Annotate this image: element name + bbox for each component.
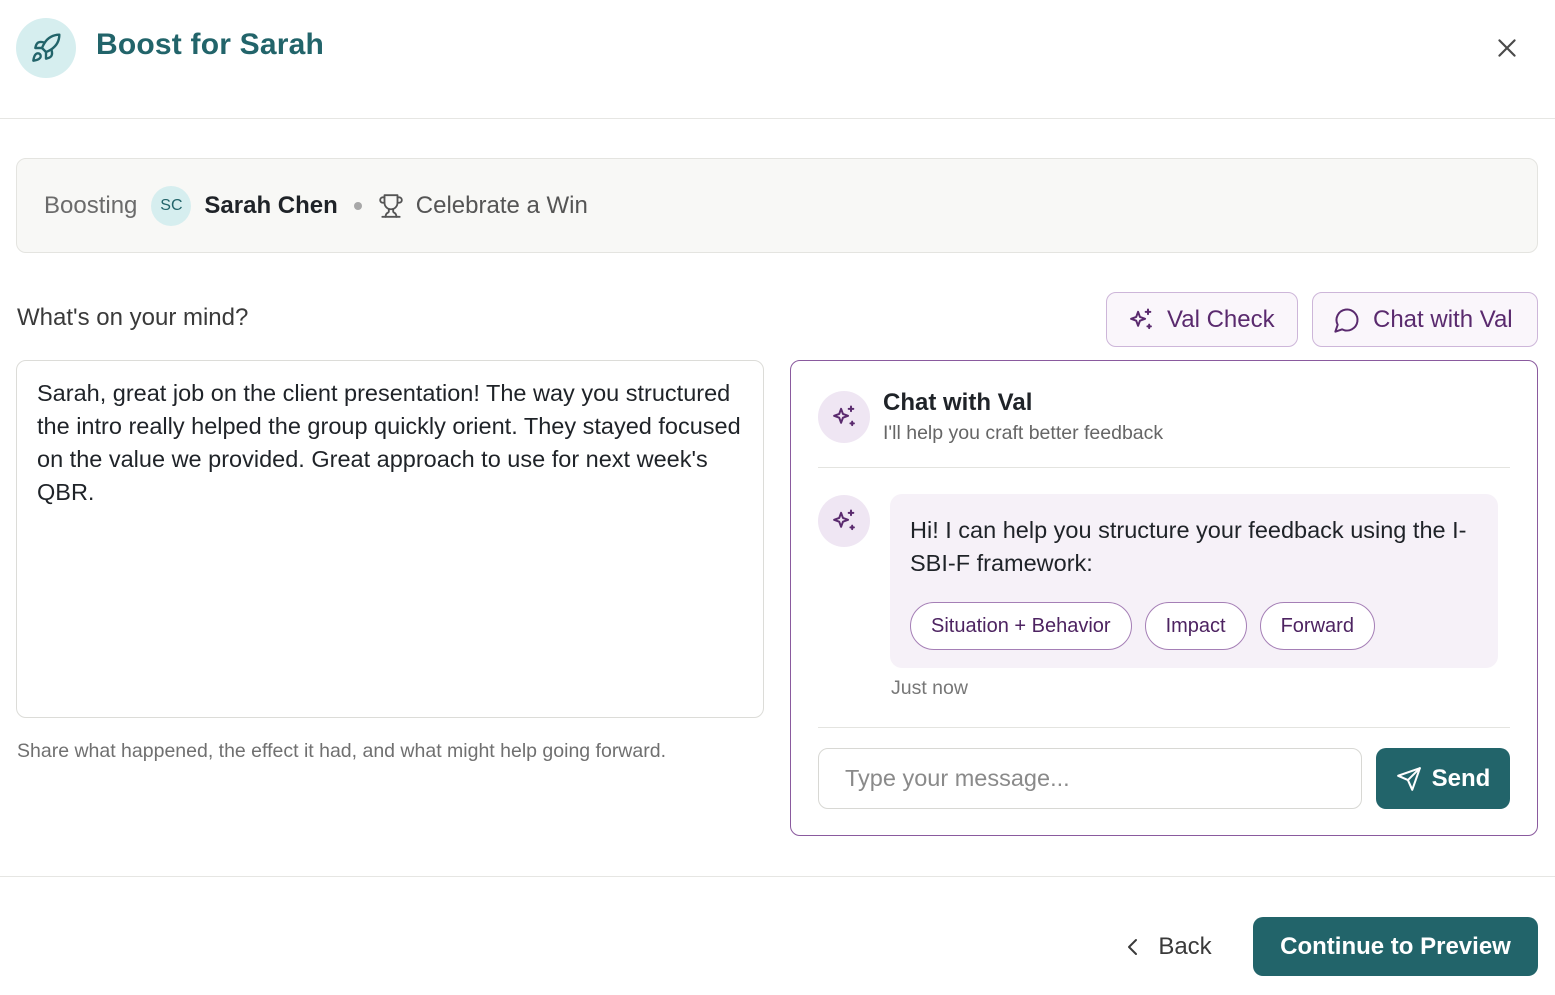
- boost-context-bar: Boosting SC Sarah Chen Celebrate a Win: [16, 158, 1538, 253]
- feedback-prompt-label: What's on your mind?: [17, 304, 249, 331]
- feedback-textarea[interactable]: Sarah, great job on the client presentat…: [16, 360, 764, 718]
- chat-header-divider: [818, 467, 1510, 468]
- chat-bubble-icon: [1333, 306, 1361, 334]
- continue-to-preview-button[interactable]: Continue to Preview: [1253, 917, 1538, 976]
- val-message-text: Hi! I can help you structure your feedba…: [910, 517, 1467, 576]
- val-check-button[interactable]: Val Check: [1106, 292, 1298, 347]
- chat-message-input[interactable]: [818, 748, 1362, 809]
- val-avatar: [818, 391, 870, 443]
- feedback-hint: Share what happened, the effect it had, …: [17, 740, 666, 762]
- recipient-avatar: SC: [151, 185, 192, 226]
- chevron-left-icon: [1124, 936, 1142, 958]
- close-icon: [1498, 39, 1516, 57]
- chat-with-val-button[interactable]: Chat with Val: [1312, 292, 1538, 347]
- chat-with-val-panel: Chat with Val I'll help you craft better…: [790, 360, 1538, 836]
- recipient-name: Sarah Chen: [204, 191, 338, 219]
- footer-divider: [0, 876, 1555, 877]
- chip-impact[interactable]: Impact: [1144, 602, 1247, 650]
- send-icon: [1396, 766, 1422, 792]
- chat-panel-title: Chat with Val: [883, 389, 1033, 416]
- back-label: Back: [1158, 932, 1212, 960]
- val-message-avatar: [818, 495, 870, 547]
- back-button[interactable]: Back: [1108, 918, 1228, 975]
- sparkles-icon: [1127, 306, 1155, 334]
- val-message-bubble: Hi! I can help you structure your feedba…: [890, 494, 1498, 668]
- separator-dot: [353, 201, 362, 210]
- framework-chips: Situation + Behavior Impact Forward: [910, 602, 1478, 650]
- modal-title: Boost for Sarah: [96, 28, 325, 61]
- boosting-label: Boosting: [44, 191, 138, 219]
- chip-situation-behavior[interactable]: Situation + Behavior: [910, 602, 1132, 650]
- message-timestamp: Just now: [891, 677, 968, 699]
- boost-modal: Boost for Sarah Boosting SC Sarah Chen C…: [0, 0, 1555, 995]
- sparkles-icon: [833, 405, 855, 427]
- close-button[interactable]: [1487, 28, 1527, 68]
- sparkles-icon: [833, 509, 855, 531]
- modal-header: Boost for Sarah: [0, 0, 1555, 119]
- chip-forward[interactable]: Forward: [1259, 602, 1375, 650]
- send-label: Send: [1431, 764, 1491, 792]
- send-button[interactable]: Send: [1376, 748, 1510, 809]
- chat-footer-divider: [818, 727, 1510, 728]
- boost-type: Celebrate a Win: [415, 191, 588, 219]
- val-check-label: Val Check: [1167, 305, 1275, 333]
- rocket-icon: [16, 18, 76, 78]
- chat-with-val-label: Chat with Val: [1373, 305, 1513, 333]
- chat-panel-subtitle: I'll help you craft better feedback: [883, 422, 1164, 444]
- trophy-icon: [378, 192, 404, 220]
